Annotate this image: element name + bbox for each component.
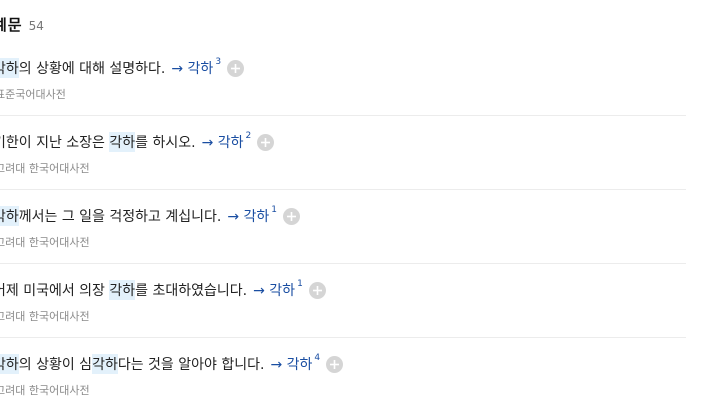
plus-circle-icon [231,63,241,73]
highlighted-headword: 각하 [0,58,19,78]
sentence-text: 를 초대하였습니다. [135,283,248,299]
example-source: 고려대 한국어대사전 [0,384,90,397]
sentence-text: 기한이 지난 소장은 [0,135,110,151]
homonym-number: 2 [245,131,252,141]
highlighted-headword: 각하 [0,206,19,226]
highlighted-headword: 각하 [0,354,19,374]
highlighted-headword: 각하 [109,280,136,300]
section-title: 예문 [0,16,23,34]
example-sentence: 각하께서는 그 일을 걱정하고 계십니다. → 각하1 [0,205,301,226]
plus-circle-icon [330,359,340,369]
example-item: 기한이 지난 소장은 각하 를 하시오. → 각하 2 고려대 한국어대사전 [0,116,686,190]
sentence-text: 의 상황에 대해 설명하다. [18,61,166,77]
plus-circle-icon [287,211,297,221]
sentence-text: 다는 것을 알아야 합니다. [117,357,265,373]
homonym-number: 3 [215,57,222,67]
sentence-text: 를 하시오. [135,135,196,151]
homonym-number: 4 [314,353,321,363]
example-item: 각하께서는 그 일을 걱정하고 계십니다. → 각하1 고려대 한국어대사전 [0,190,686,264]
example-source: 고려대 한국어대사전 [0,236,90,249]
example-item: 어제 미국에서 의장 각하 를 초대하였습니다. → 각하 1 고려대 한국어대사전 [0,264,686,338]
example-item: 각하의 상황에 대해 설명하다. → 각하3 표준국어대사전 [0,42,686,116]
example-list: 각하의 상황에 대해 설명하다.→ 각하3표준국어대사전기한이 지난 소장은 각… [0,42,686,401]
add-example-button[interactable] [283,207,301,225]
headword-link[interactable]: → 각하 [202,132,244,152]
sentence-text: 의 상황이 심 [18,357,93,373]
example-count: 54 [28,19,44,33]
homonym-number: 1 [271,205,278,215]
add-example-button[interactable] [227,59,245,77]
example-sentence: 각하의 상황이 심각하다는 것을 알아야 합니다.→ 각하4 [0,353,344,374]
headword-link[interactable]: → 각하 [253,280,295,300]
example-sentences-panel: 예문 54 각하의 상황에 대해 설명하다.→ 각하3표준국어대사전기한이 지난… [0,0,707,401]
example-source: 고려대 한국어대사전 [0,310,90,323]
headword-link[interactable]: → 각하 [171,58,213,78]
sentence-text: 어제 미국에서 의장 [0,283,110,299]
plus-circle-icon [312,285,322,295]
example-source: 표준국어대사전 [0,88,66,101]
plus-circle-icon [261,137,271,147]
sentence-text: 께서는 그 일을 걱정하고 계십니다. [18,209,222,225]
highlighted-headword: 각하 [92,354,118,374]
example-source: 고려대 한국어대사전 [0,162,90,175]
headword-link[interactable]: → 각하 [270,354,312,374]
example-sentence: 어제 미국에서 의장 각하 를 초대하였습니다. → 각하 1 [0,279,326,300]
section-header: 예문 54 [0,14,44,36]
add-example-button[interactable] [257,133,275,151]
headword-link[interactable]: → 각하 [227,206,269,226]
example-sentence: 기한이 지난 소장은 각하 를 하시오. → 각하 2 [0,131,275,152]
homonym-number: 1 [297,279,303,289]
example-sentence: 각하의 상황에 대해 설명하다. → 각하3 [0,57,245,78]
example-item: 각하의 상황이 심각하다는 것을 알아야 합니다.→ 각하4고려대 한국어대사전 [0,338,686,401]
add-example-button[interactable] [326,355,344,373]
add-example-button[interactable] [308,281,326,299]
highlighted-headword: 각하 [109,132,136,152]
